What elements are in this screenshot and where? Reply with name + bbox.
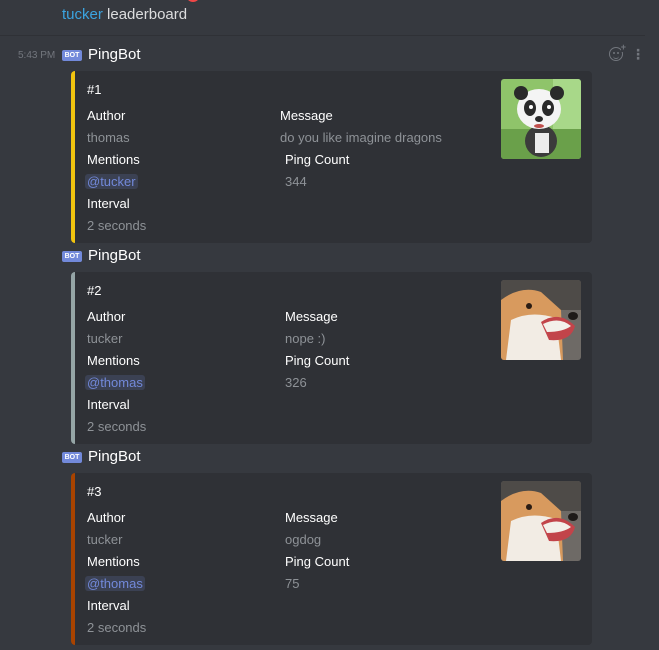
- message-actions: + ⋮: [609, 43, 645, 61]
- field-ping-value: 75: [285, 576, 300, 591]
- message-header: BOT PingBot: [0, 447, 659, 469]
- field-author-label: Author: [87, 309, 126, 324]
- embed-color-bar: [71, 473, 75, 645]
- field-author-value: tucker: [87, 331, 123, 346]
- previous-message-line: tucker leaderboard: [62, 6, 187, 23]
- field-interval-label: Interval: [87, 397, 130, 412]
- author-name[interactable]: PingBot: [88, 247, 141, 264]
- field-mentions-label: Mentions: [87, 353, 140, 368]
- field-author-label: Author: [87, 510, 126, 525]
- field-interval-value: 2 seconds: [87, 218, 147, 233]
- field-message-value: ogdog: [285, 532, 322, 547]
- message-text: leaderboard: [107, 6, 188, 23]
- field-ping-value: 344: [285, 174, 307, 189]
- message-header: 5:43 PM BOT PingBot + ⋮: [0, 43, 659, 67]
- author-name[interactable]: PingBot: [88, 46, 141, 63]
- embed-color-bar: [71, 71, 75, 243]
- embed-color-bar: [71, 272, 75, 444]
- mention-pill[interactable]: @thomas: [85, 576, 145, 591]
- bot-tag: BOT: [62, 452, 82, 463]
- user-mention[interactable]: tucker: [62, 6, 103, 23]
- bot-tag: BOT: [62, 50, 82, 61]
- field-interval-value: 2 seconds: [87, 419, 147, 434]
- field-mentions-label: Mentions: [87, 152, 140, 167]
- field-message-value: do you like imagine dragons: [280, 130, 442, 145]
- mention-pill[interactable]: @tucker: [85, 174, 138, 189]
- embed-card: #1 Author thomas Message do you like ima…: [71, 71, 592, 243]
- field-message-value: nope :): [285, 331, 326, 346]
- bot-tag: BOT: [62, 251, 82, 262]
- field-interval-label: Interval: [87, 196, 130, 211]
- field-interval-label: Interval: [87, 598, 130, 613]
- mention-pill[interactable]: @thomas: [85, 375, 145, 390]
- dog-avatar[interactable]: [501, 280, 581, 360]
- embed-card: #2 Author tucker Message nope :) Mention…: [71, 272, 592, 444]
- field-author-label: Author: [87, 108, 126, 123]
- message-divider: [0, 35, 645, 36]
- panda-avatar[interactable]: [501, 79, 581, 159]
- embed-title: #1: [87, 82, 102, 97]
- field-ping-label: Ping Count: [285, 554, 350, 569]
- field-interval-value: 2 seconds: [87, 620, 147, 635]
- field-author-value: thomas: [87, 130, 130, 145]
- notification-dot: [186, 0, 200, 2]
- field-ping-label: Ping Count: [285, 152, 350, 167]
- more-options-icon[interactable]: ⋮: [631, 47, 645, 61]
- embed-title: #3: [87, 484, 102, 499]
- author-name[interactable]: PingBot: [88, 448, 141, 465]
- embed-card: #3 Author tucker Message ogdog Mentions …: [71, 473, 592, 645]
- field-author-value: tucker: [87, 532, 123, 547]
- field-message-label: Message: [280, 108, 333, 123]
- field-message-label: Message: [285, 309, 338, 324]
- field-mentions-label: Mentions: [87, 554, 140, 569]
- timestamp[interactable]: 5:43 PM: [18, 50, 62, 61]
- field-ping-label: Ping Count: [285, 353, 350, 368]
- embed-title: #2: [87, 283, 102, 298]
- dog-avatar[interactable]: [501, 481, 581, 561]
- field-ping-value: 326: [285, 375, 307, 390]
- field-message-label: Message: [285, 510, 338, 525]
- message-header: BOT PingBot: [0, 246, 659, 268]
- add-reaction-icon[interactable]: +: [609, 43, 626, 61]
